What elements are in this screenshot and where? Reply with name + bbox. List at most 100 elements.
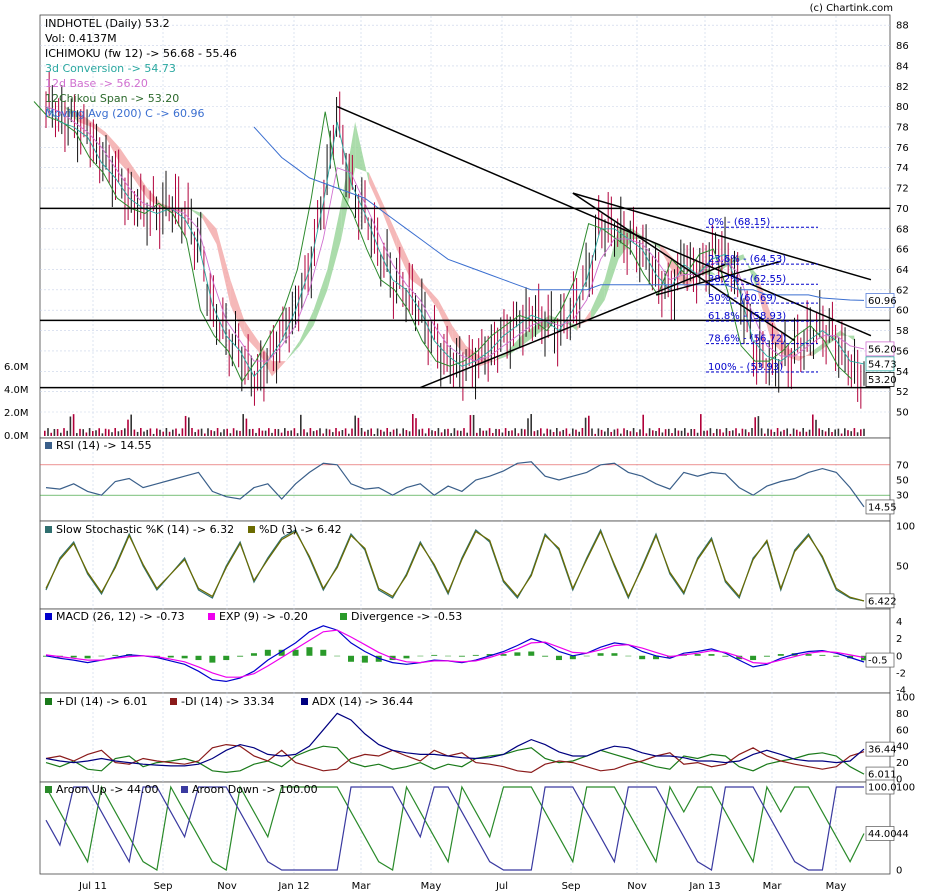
volume-bar xyxy=(728,431,731,436)
volume-bar xyxy=(392,429,395,436)
volume-bar xyxy=(591,428,593,436)
divergence-bar xyxy=(431,654,438,656)
volume-bar xyxy=(245,418,248,436)
volume-bar xyxy=(175,428,177,436)
divergence-bar xyxy=(70,655,77,658)
volume-bar xyxy=(248,429,251,436)
volume-bar xyxy=(552,432,555,436)
volume-bar xyxy=(293,428,296,436)
volume-bar xyxy=(72,414,75,436)
volume-bar xyxy=(706,430,708,436)
value-tag-text: 100.0 xyxy=(868,783,897,794)
volume-bar xyxy=(556,428,558,436)
volume-bar xyxy=(440,432,443,436)
x-axis-label: Jan 12 xyxy=(277,881,309,892)
volume-bar xyxy=(213,431,216,436)
divergence-bar xyxy=(639,655,646,660)
volume-bar xyxy=(184,415,187,436)
svg-text:-DI (14) -> 33.34: -DI (14) -> 33.34 xyxy=(181,695,274,708)
volume-bar xyxy=(424,433,427,436)
volume-bar xyxy=(143,431,145,436)
volume-bar xyxy=(578,431,580,436)
volume-bar xyxy=(383,431,385,436)
volume-bar xyxy=(559,431,561,436)
volume-bar xyxy=(168,431,171,436)
divergence-bar xyxy=(195,655,202,661)
rsi-axis-label: 70 xyxy=(896,460,909,471)
volume-bar xyxy=(223,429,225,436)
volume-bar xyxy=(575,429,577,436)
volume-bar xyxy=(821,429,824,436)
volume-bar xyxy=(514,428,516,436)
volume-bar xyxy=(188,417,190,436)
divergence-bar xyxy=(750,655,757,661)
volume-bar xyxy=(444,429,446,436)
volume-bar xyxy=(271,432,273,436)
divergence-bar xyxy=(458,655,465,657)
volume-bar xyxy=(370,428,372,436)
aroon-panel xyxy=(39,781,891,875)
volume-bar xyxy=(332,432,334,436)
volume-bar xyxy=(277,429,280,436)
stock-chart: (c) Chartink.com 0% - (68.15) 23.6% - (64… xyxy=(4,3,915,892)
divergence-bar xyxy=(625,655,632,657)
fib-label: 100% - (53.93) xyxy=(708,362,783,373)
fib-label: 61.8% - (58.93) xyxy=(708,311,786,322)
divergence-bar xyxy=(472,654,479,656)
volume-bar xyxy=(156,428,158,436)
volume-bar xyxy=(232,428,235,436)
macd-axis-label: 4 xyxy=(896,617,902,628)
volume-bar xyxy=(658,428,660,436)
divergence-bar xyxy=(819,654,826,656)
title-text: INDHOTEL (Daily) 53.2 xyxy=(45,17,170,30)
volume-bar xyxy=(604,431,606,436)
volume-bar xyxy=(741,428,744,436)
divergence-bar xyxy=(320,649,327,656)
volume-bar xyxy=(450,433,452,436)
macd-axis-label: -2 xyxy=(896,668,906,679)
credit-text: (c) Chartink.com xyxy=(810,3,893,14)
volume-bar xyxy=(146,429,148,436)
x-axis-label: Nov xyxy=(627,881,647,892)
volume-bar xyxy=(98,428,100,436)
y-axis-label: 62 xyxy=(896,285,909,296)
volume-bar xyxy=(165,428,168,436)
y-axis-label: 76 xyxy=(896,143,909,154)
divergence-bar xyxy=(84,655,91,659)
macd-axis-label: 2 xyxy=(896,634,902,645)
volume-bar xyxy=(130,414,132,436)
volume-bar xyxy=(536,430,539,436)
value-tag-text: 44.00 xyxy=(868,829,897,840)
volume-bar xyxy=(482,430,484,436)
volume-bar xyxy=(760,428,763,436)
volume-bar xyxy=(767,428,769,436)
volume-bar xyxy=(722,432,724,436)
volume-axis-label: 6.0M xyxy=(4,362,29,373)
volume-bar xyxy=(840,433,843,436)
svg-text:%D (3) -> 6.42: %D (3) -> 6.42 xyxy=(259,523,342,536)
volume-bar xyxy=(744,429,747,436)
volume-bar xyxy=(696,432,699,436)
volume-bar xyxy=(648,428,651,436)
volume-bar xyxy=(636,432,638,436)
volume-bar xyxy=(364,431,366,436)
volume-bar xyxy=(453,428,456,436)
volume-bar xyxy=(229,433,232,436)
divergence-bar xyxy=(361,655,368,663)
stoch-axis-label: 50 xyxy=(896,562,909,573)
divergence-bar xyxy=(181,655,188,659)
volume-bar xyxy=(460,430,462,436)
volume-bar xyxy=(322,433,324,436)
y-axis-label: 70 xyxy=(896,204,909,215)
volume-bar xyxy=(680,430,683,436)
divergence-bar xyxy=(264,649,271,656)
chikou-legend: 12Chikou Span -> 53.20 xyxy=(45,92,179,105)
volume-bar xyxy=(316,430,318,436)
volume-bar xyxy=(226,428,228,436)
x-axis-label: Jul xyxy=(495,881,508,892)
volume-bar xyxy=(274,428,276,436)
volume-bar xyxy=(693,429,696,436)
volume-bar xyxy=(703,430,705,436)
volume-bar xyxy=(812,414,814,436)
rsi-panel xyxy=(39,437,891,522)
